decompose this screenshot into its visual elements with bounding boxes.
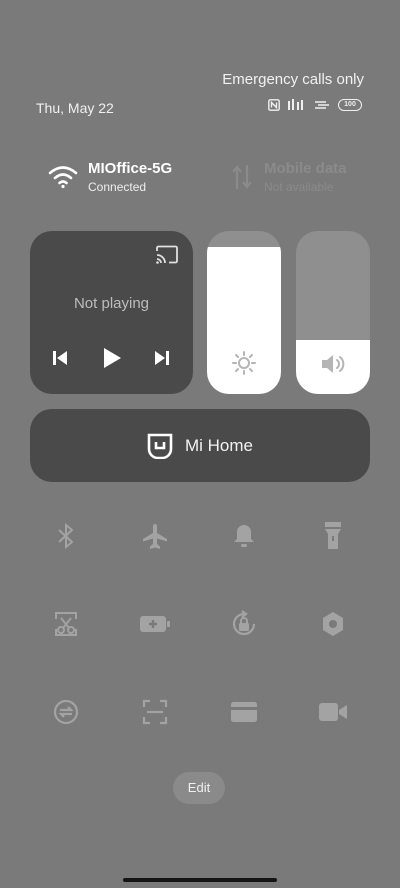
date-label: Thu, May 22 xyxy=(36,100,114,116)
mobile-data-status: Not available xyxy=(264,180,334,194)
bluetooth-icon xyxy=(58,523,74,549)
mi-home-icon xyxy=(147,433,173,459)
sync-icon xyxy=(53,699,79,725)
signal-icon xyxy=(288,99,303,110)
wifi-tile[interactable]: MIOffice-5G Connected xyxy=(48,160,172,194)
airplane-icon xyxy=(143,524,167,549)
mobile-data-icon xyxy=(232,165,252,189)
screenshot-icon xyxy=(55,612,77,636)
flashlight-icon xyxy=(325,522,341,549)
battery-saver-icon xyxy=(140,616,170,632)
brightness-slider[interactable] xyxy=(207,231,281,394)
rotation-lock-icon xyxy=(232,610,256,636)
mobile-data-name: Mobile data xyxy=(264,160,347,177)
media-player-card[interactable]: Not playing xyxy=(30,231,193,394)
play-icon[interactable] xyxy=(102,347,122,369)
settings-toggle[interactable] xyxy=(313,604,353,644)
bluetooth-toggle[interactable] xyxy=(46,516,86,556)
battery-saver-toggle[interactable] xyxy=(135,604,175,644)
brightness-icon xyxy=(232,351,256,375)
airplane-mode-toggle[interactable] xyxy=(135,516,175,556)
video-camera-icon xyxy=(319,703,347,721)
battery-indicator: 100 xyxy=(338,99,362,111)
next-track-icon[interactable] xyxy=(154,349,170,367)
mi-home-button[interactable]: Mi Home xyxy=(30,409,370,482)
card-icon xyxy=(231,702,257,722)
volume-slider[interactable] xyxy=(296,231,370,394)
wifi-icon xyxy=(48,166,78,189)
scanner-toggle[interactable] xyxy=(135,692,175,732)
media-title: Not playing xyxy=(73,295,150,312)
sound-toggle[interactable] xyxy=(224,516,264,556)
system-icons: 100 xyxy=(268,99,362,111)
emergency-calls-text: Emergency calls only xyxy=(222,71,364,88)
card-toggle[interactable] xyxy=(224,692,264,732)
edit-button[interactable]: Edit xyxy=(173,772,225,804)
wifi-status: Connected xyxy=(88,180,147,194)
scanner-icon xyxy=(142,699,168,725)
settings-icon xyxy=(323,612,343,636)
cast-icon[interactable] xyxy=(155,245,179,265)
sync-toggle[interactable] xyxy=(46,692,86,732)
bell-icon xyxy=(234,525,254,547)
wifi-name: MIOffice-5G xyxy=(88,160,173,177)
nfc-icon xyxy=(268,99,280,111)
screenshot-toggle[interactable] xyxy=(46,604,86,644)
mi-home-label: Mi Home xyxy=(184,435,253,455)
mobile-data-tile[interactable]: Mobile data Not available xyxy=(230,160,347,194)
rotation-lock-toggle[interactable] xyxy=(224,604,264,644)
home-indicator[interactable] xyxy=(123,878,277,882)
network-speed-icon xyxy=(315,101,329,109)
previous-track-icon[interactable] xyxy=(52,349,68,367)
flashlight-toggle[interactable] xyxy=(313,516,353,556)
volume-icon xyxy=(322,355,345,373)
video-camera-toggle[interactable] xyxy=(313,692,353,732)
